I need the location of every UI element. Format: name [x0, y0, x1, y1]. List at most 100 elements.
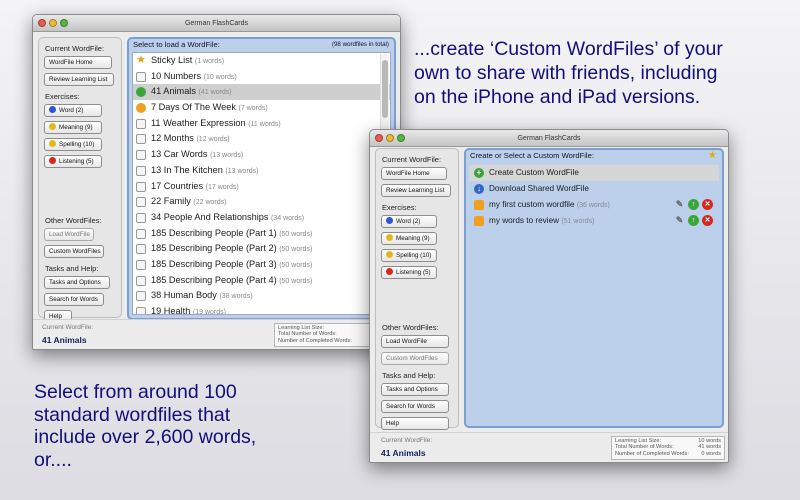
stat-value: 0 words — [701, 450, 721, 457]
wordfile-word-count: (11 words) — [248, 120, 281, 128]
meaning-exercise-button[interactable]: Meaning (9) — [44, 121, 102, 134]
sidebar: Current WordFile: WordFile Home Review L… — [375, 148, 459, 430]
wordfile-row[interactable]: 185 Describing People (Part 3) (50 words… — [133, 257, 390, 273]
wordfile-row[interactable]: 12 Months (12 words) — [133, 131, 390, 147]
meaning-exercise-button[interactable]: Meaning (9) — [381, 232, 437, 245]
sidebar: Current WordFile: WordFile Home Review L… — [38, 37, 122, 323]
edit-icon[interactable]: ✎ — [674, 199, 685, 210]
wordfile-word-count: (1 words) — [194, 58, 225, 65]
window-title: German FlashCards — [517, 135, 581, 142]
wordfile-row[interactable]: 7 Days Of The Week (7 words) — [133, 100, 390, 116]
yellow-dot-icon — [386, 234, 393, 241]
scrollbar-thumb[interactable] — [382, 60, 388, 118]
wordfile-row[interactable]: 185 Describing People (Part 1) (50 words… — [133, 226, 390, 242]
panel-heading: Create or Select a Custom WordFile: — [470, 151, 594, 160]
download-icon: ↓ — [474, 184, 484, 194]
wordfile-row[interactable]: 41 Animals (41 words) — [133, 84, 390, 101]
caption-standard-wordfiles: Select from around 100 standard wordfile… — [34, 381, 364, 471]
zoom-window-button[interactable] — [397, 134, 405, 142]
delete-icon[interactable]: ✕ — [702, 215, 713, 226]
title-bar: German FlashCards — [370, 130, 728, 147]
word-exercise-button[interactable]: Word (2) — [381, 215, 437, 228]
wordfile-name: 38 Human Body — [151, 290, 217, 301]
wordfile-row[interactable]: 13 Car Words (13 words) — [133, 147, 390, 163]
minimize-window-button[interactable] — [386, 134, 394, 142]
wordfile-name: 185 Describing People (Part 4) — [151, 274, 277, 285]
review-learning-list-button[interactable]: Review Learning List — [381, 184, 451, 197]
wordfile-home-button[interactable]: WordFile Home — [44, 56, 112, 69]
wordfile-word-count: (13 words) — [225, 167, 259, 175]
wordfile-row[interactable]: 38 Human Body (38 words) — [133, 288, 390, 304]
listening-exercise-button[interactable]: Listening (5) — [44, 155, 102, 168]
wordfile-row[interactable]: 10 Numbers (10 words) — [133, 69, 390, 85]
custom-wordfiles-button[interactable]: Custom WordFiles — [44, 245, 104, 258]
share-icon[interactable]: ↑ — [688, 215, 699, 226]
tasks-options-button[interactable]: Tasks and Options — [381, 383, 449, 396]
wordfile-row[interactable]: 17 Countries (17 words) — [133, 179, 390, 195]
wordfile-name: 10 Numbers — [151, 70, 202, 81]
caption-line: Select from around 100 — [34, 381, 237, 403]
wordfile-home-button[interactable]: WordFile Home — [381, 167, 447, 180]
share-icon[interactable]: ↑ — [688, 199, 699, 210]
wordfile-row[interactable]: 34 People And Relationships (34 words) — [133, 210, 390, 226]
wordfile-row[interactable]: 185 Describing People (Part 4) (50 words… — [133, 273, 390, 289]
spelling-exercise-button[interactable]: Spelling (10) — [381, 249, 437, 262]
wordfile-row[interactable]: 22 Family (22 words) — [133, 194, 390, 210]
row-actions: ✎ ↑ ✕ — [674, 215, 713, 226]
wordfile-row[interactable]: ★ Sticky List (1 words) — [133, 53, 390, 69]
custom-wordfile-icon — [474, 216, 484, 226]
wordfile-icon — [136, 212, 146, 223]
wordfile-row[interactable]: 13 In The Kitchen (13 words) — [133, 163, 390, 179]
wordfile-total-count: (98 wordfiles in total) — [331, 41, 389, 48]
caption-line: own to share with friends, including — [414, 62, 718, 84]
review-learning-list-button[interactable]: Review Learning List — [44, 73, 114, 86]
listening-exercise-button[interactable]: Listening (5) — [381, 266, 437, 279]
selected-wordfile-icon — [136, 87, 146, 98]
wordfile-row[interactable]: 185 Describing People (Part 2) (50 words… — [133, 241, 390, 257]
minimize-window-button[interactable] — [49, 19, 57, 27]
yellow-dot-icon — [49, 140, 56, 147]
wordfile-name: 13 Car Words — [151, 149, 208, 160]
load-wordfile-button[interactable]: Load WordFile — [381, 335, 449, 348]
caption-line: standard wordfiles that — [34, 403, 231, 426]
close-window-button[interactable] — [38, 19, 46, 27]
spelling-exercise-button[interactable]: Spelling (10) — [44, 138, 102, 151]
zoom-window-button[interactable] — [60, 19, 68, 27]
wordfile-name: 185 Describing People (Part 3) — [151, 258, 277, 269]
star-icon: ★ — [136, 54, 146, 66]
wordfile-name: 34 People And Relationships — [151, 211, 269, 222]
create-custom-wordfile-row[interactable]: + Create Custom WordFile — [469, 165, 719, 181]
current-wordfile-label: Current WordFile: — [381, 437, 433, 444]
download-shared-wordfile-row[interactable]: ↓ Download Shared WordFile — [469, 181, 719, 197]
wordfile-word-count: (50 words) — [279, 261, 313, 269]
wordfile-word-count: (17 words) — [205, 183, 239, 191]
load-wordfile-button[interactable]: Load WordFile — [44, 228, 94, 241]
caption-custom-wordfiles: ...create ‘Custom WordFiles’ of your own… — [414, 37, 794, 109]
custom-wordfiles-button[interactable]: Custom WordFiles — [381, 352, 449, 365]
star-icon[interactable]: ★ — [708, 150, 717, 161]
caption-line: or.... — [34, 448, 72, 471]
stat-label: Number of Completed Words: — [615, 450, 689, 457]
search-words-button[interactable]: Search for Words — [44, 293, 104, 306]
wordfile-row[interactable]: 11 Weather Expression (11 words) — [133, 116, 390, 132]
wordfile-name: 11 Weather Expression — [151, 117, 246, 128]
help-button[interactable]: Help — [381, 417, 449, 430]
custom-wordfile-name: my first custom wordfile — [489, 200, 575, 209]
edit-icon[interactable]: ✎ — [674, 215, 685, 226]
custom-wordfile-row[interactable]: my words to review (51 words) ✎ ↑ ✕ — [469, 213, 719, 229]
wordfile-name: 41 Animals — [151, 86, 196, 97]
word-exercise-label: Word (2) — [59, 107, 84, 114]
wordfile-word-count: (13 words) — [210, 152, 244, 160]
custom-wordfile-row[interactable]: my first custom wordfile (36 words) ✎ ↑ ✕ — [469, 197, 719, 213]
word-exercise-button[interactable]: Word (2) — [44, 104, 102, 117]
delete-icon[interactable]: ✕ — [702, 199, 713, 210]
create-custom-wordfile-label: Create Custom WordFile — [489, 168, 579, 177]
meaning-exercise-label: Meaning (9) — [396, 235, 430, 242]
close-window-button[interactable] — [375, 134, 383, 142]
yellow-dot-icon — [386, 251, 393, 258]
wordfile-list: ★ Sticky List (1 words) 10 Numbers (10 wor… — [132, 52, 391, 315]
custom-wordfile-word-count: (36 words) — [576, 202, 610, 209]
search-words-button[interactable]: Search for Words — [381, 400, 449, 413]
tasks-options-button[interactable]: Tasks and Options — [44, 276, 110, 289]
wordfile-row[interactable]: 19 Health (19 words) — [133, 304, 390, 314]
